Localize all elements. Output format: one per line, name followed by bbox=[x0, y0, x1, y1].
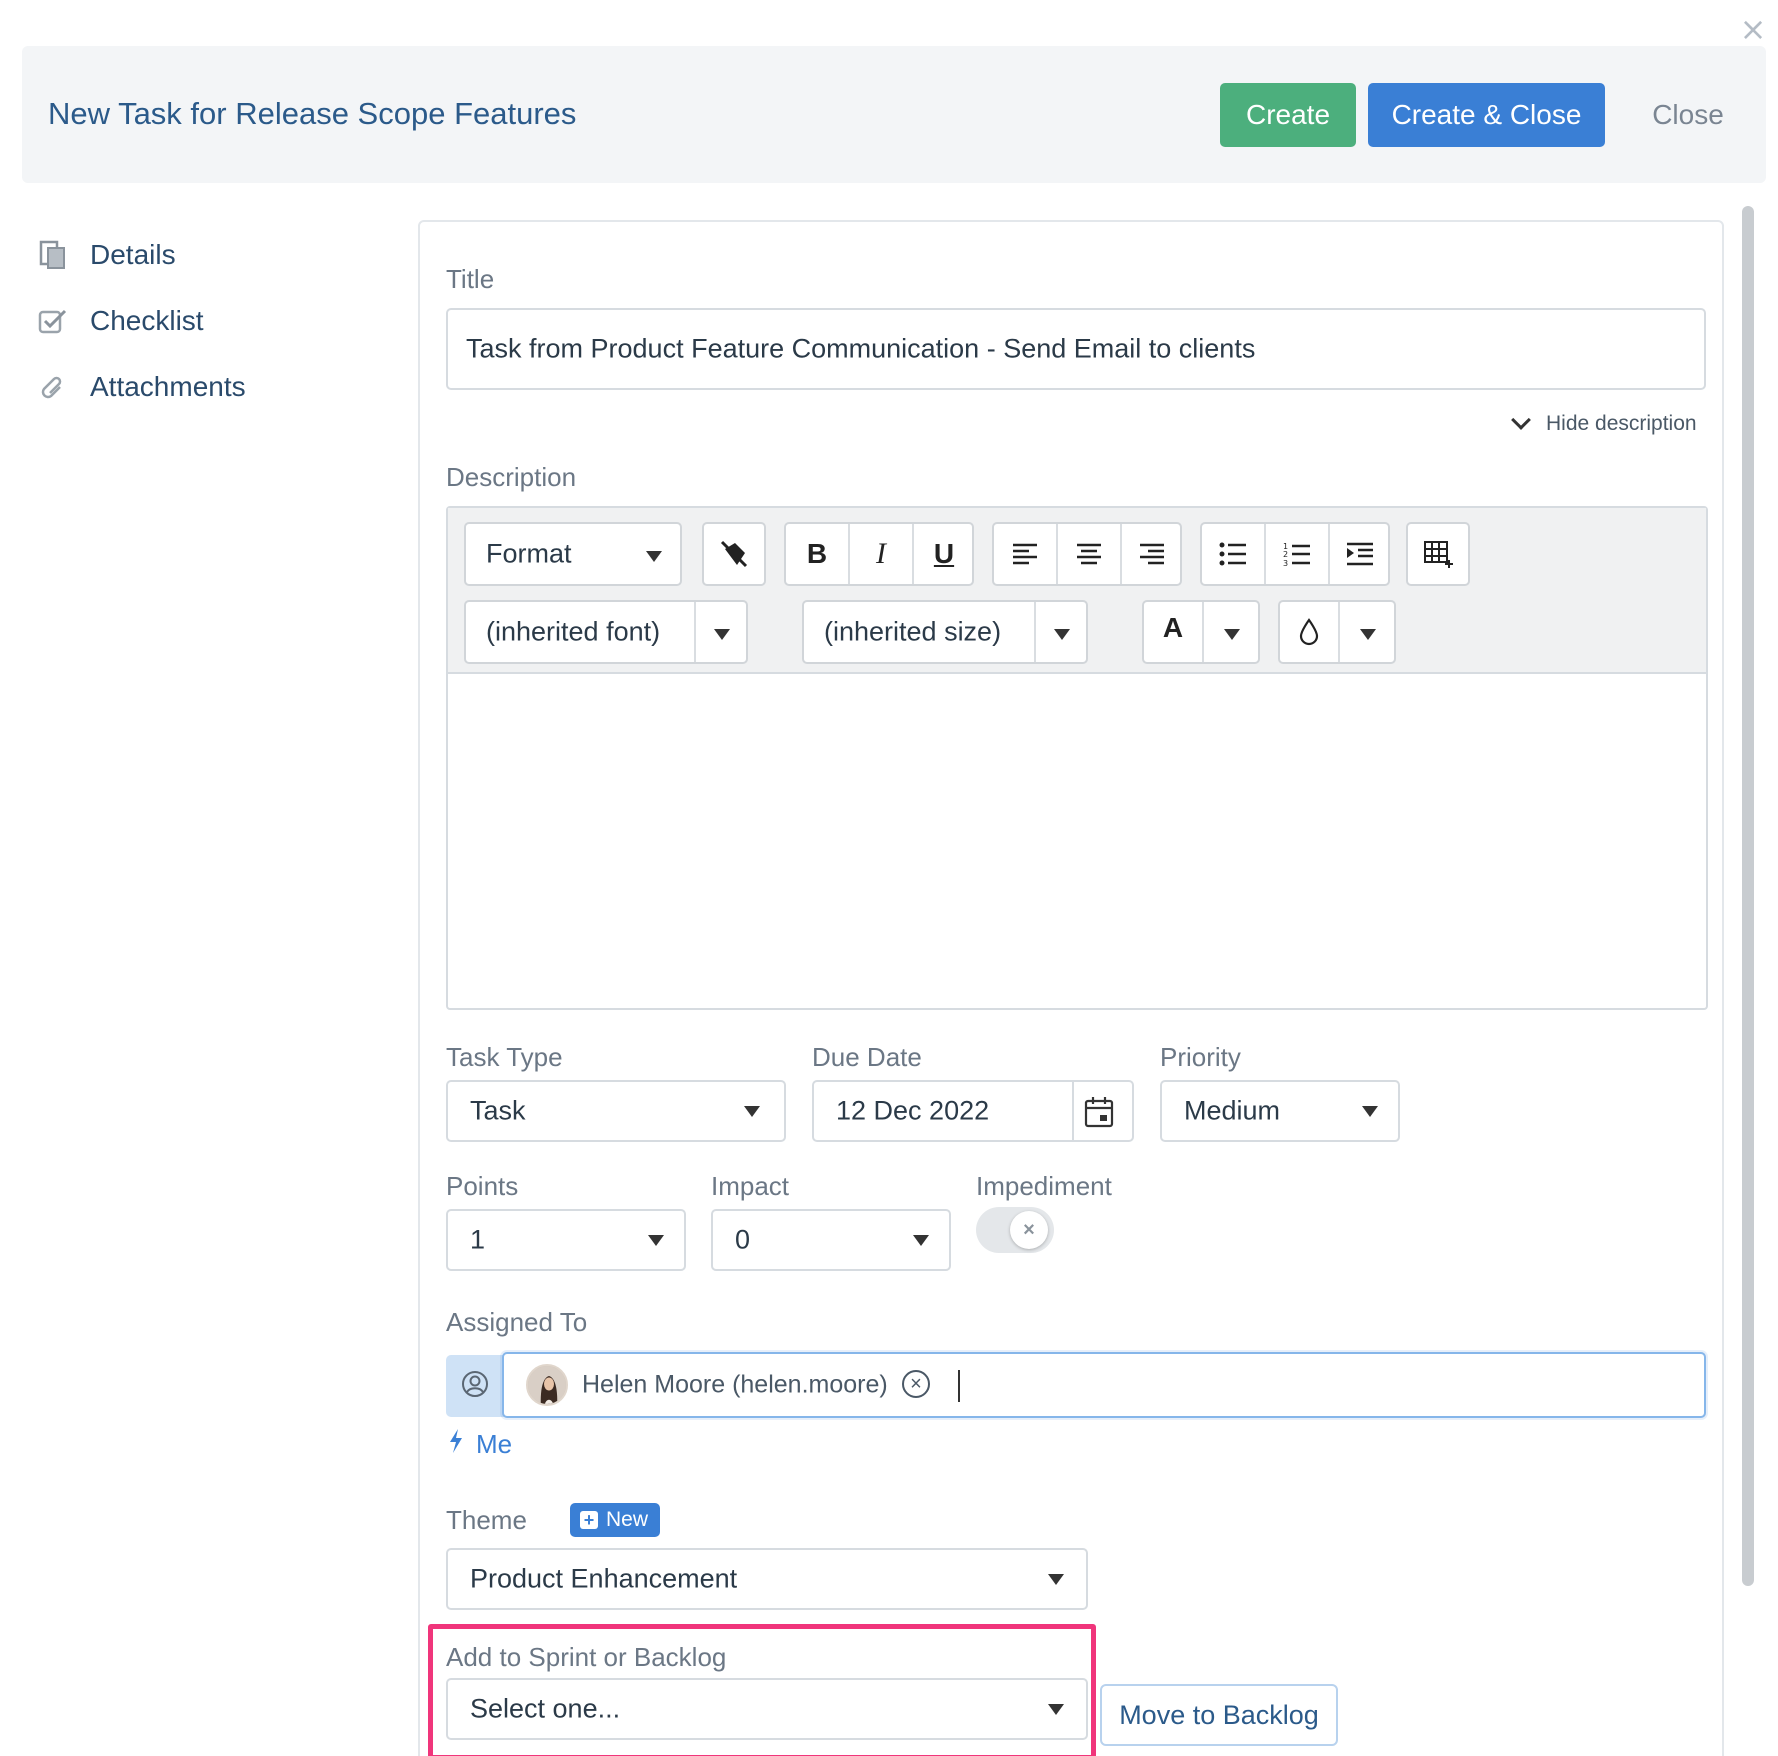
text-style-group: B I U bbox=[784, 522, 974, 586]
caret-down-icon bbox=[1054, 629, 1070, 640]
sprint-select[interactable]: Select one... bbox=[446, 1678, 1088, 1740]
bold-button[interactable]: B bbox=[786, 524, 848, 584]
text-color-icon: A bbox=[1162, 612, 1184, 643]
user-picker-button[interactable] bbox=[446, 1355, 504, 1417]
svg-text:2: 2 bbox=[1283, 550, 1288, 559]
caret-down-icon bbox=[1360, 629, 1376, 640]
caret-down-icon bbox=[744, 1106, 760, 1117]
title-input[interactable]: Task from Product Feature Communication … bbox=[446, 308, 1706, 390]
clear-format-button[interactable] bbox=[702, 522, 766, 586]
impact-select[interactable]: 0 bbox=[711, 1209, 951, 1271]
sprint-label: Add to Sprint or Backlog bbox=[446, 1642, 727, 1672]
assigned-to-input[interactable]: Helen Moore (helen.moore) × bbox=[502, 1352, 1706, 1418]
list-group: 123 bbox=[1200, 522, 1390, 586]
nav-item-details[interactable]: Details bbox=[38, 222, 246, 288]
move-to-backlog-button[interactable]: Move to Backlog bbox=[1100, 1684, 1338, 1746]
remove-assignee-icon[interactable]: × bbox=[902, 1370, 930, 1398]
eraser-icon bbox=[704, 524, 764, 584]
due-date-input[interactable]: 12 Dec 2022 bbox=[812, 1080, 1134, 1142]
assigned-to-label: Assigned To bbox=[446, 1307, 588, 1337]
chevron-down-icon bbox=[1511, 410, 1531, 430]
impediment-toggle[interactable]: × bbox=[976, 1207, 1054, 1253]
numbered-list-icon[interactable]: 123 bbox=[1266, 524, 1328, 584]
nav-label: Attachments bbox=[90, 371, 246, 402]
background-color-button[interactable] bbox=[1278, 600, 1396, 664]
hide-description-label: Hide description bbox=[1546, 412, 1697, 435]
indent-icon[interactable] bbox=[1330, 524, 1390, 584]
table-icon bbox=[1408, 524, 1468, 584]
task-type-label: Task Type bbox=[446, 1042, 563, 1072]
create-close-button[interactable]: Create & Close bbox=[1368, 83, 1605, 147]
italic-button[interactable]: I bbox=[850, 524, 912, 584]
checkbox-icon bbox=[38, 306, 68, 336]
description-label: Description bbox=[446, 462, 577, 492]
nav-label: Checklist bbox=[90, 305, 204, 336]
points-label: Points bbox=[446, 1171, 519, 1201]
dismiss-icon[interactable]: × bbox=[1738, 13, 1768, 45]
insert-table-button[interactable] bbox=[1406, 522, 1470, 586]
format-select[interactable]: Format bbox=[464, 522, 682, 586]
align-right-icon[interactable] bbox=[1122, 524, 1182, 584]
due-date-label: Due Date bbox=[812, 1042, 922, 1072]
underline-button[interactable]: U bbox=[914, 524, 974, 584]
impact-label: Impact bbox=[711, 1171, 790, 1201]
caret-down-icon bbox=[1048, 1704, 1064, 1715]
caret-down-icon bbox=[648, 1235, 664, 1246]
create-button[interactable]: Create bbox=[1220, 83, 1356, 147]
points-select[interactable]: 1 bbox=[446, 1209, 686, 1271]
nav-label: Details bbox=[90, 239, 176, 270]
paperclip-icon bbox=[38, 372, 68, 402]
caret-down-icon bbox=[714, 629, 730, 640]
lightning-icon bbox=[448, 1428, 464, 1461]
toggle-off-icon: × bbox=[1010, 1211, 1048, 1249]
plus-icon: + bbox=[580, 1511, 598, 1529]
title-label: Title bbox=[446, 264, 495, 294]
font-select[interactable]: (inherited font) bbox=[464, 600, 748, 664]
size-select[interactable]: (inherited size) bbox=[802, 600, 1088, 664]
side-navigation: Details Checklist Attachments bbox=[38, 222, 246, 420]
scrollbar[interactable] bbox=[1742, 206, 1754, 1586]
caret-down-icon bbox=[1362, 1106, 1378, 1117]
caret-down-icon bbox=[913, 1235, 929, 1246]
bulleted-list-icon[interactable] bbox=[1202, 524, 1264, 584]
priority-label: Priority bbox=[1160, 1042, 1241, 1072]
hide-description-toggle[interactable]: Hide description bbox=[1511, 410, 1697, 436]
caret-down-icon bbox=[1224, 629, 1240, 640]
impediment-label: Impediment bbox=[976, 1171, 1112, 1201]
alignment-group bbox=[992, 522, 1182, 586]
align-center-icon[interactable] bbox=[1058, 524, 1120, 584]
user-icon bbox=[461, 1370, 489, 1403]
documents-icon bbox=[38, 240, 68, 270]
svg-text:3: 3 bbox=[1283, 559, 1288, 567]
me-label: Me bbox=[476, 1429, 513, 1459]
caret-down-icon bbox=[1048, 1574, 1064, 1585]
text-cursor bbox=[958, 1370, 960, 1402]
nav-item-checklist[interactable]: Checklist bbox=[38, 288, 246, 354]
nav-item-attachments[interactable]: Attachments bbox=[38, 354, 246, 420]
avatar bbox=[526, 1364, 568, 1406]
text-color-button[interactable]: A bbox=[1142, 600, 1260, 664]
task-type-select[interactable]: Task bbox=[446, 1080, 786, 1142]
editor-toolbar: Format B I U 1 2 3 (inherited font) (inh… bbox=[448, 508, 1706, 674]
description-editor[interactable]: Format B I U 1 2 3 (inherited font) (inh… bbox=[446, 506, 1708, 1010]
dialog-title: New Task for Release Scope Features bbox=[48, 96, 577, 131]
theme-label: Theme bbox=[446, 1505, 527, 1535]
align-left-icon[interactable] bbox=[994, 524, 1056, 584]
priority-select[interactable]: Medium bbox=[1160, 1080, 1400, 1142]
theme-select[interactable]: Product Enhancement bbox=[446, 1548, 1088, 1610]
dialog-header: New Task for Release Scope Features Crea… bbox=[22, 46, 1766, 183]
caret-down-icon bbox=[646, 551, 662, 562]
new-label: New bbox=[606, 1508, 649, 1531]
droplet-icon bbox=[1280, 602, 1338, 662]
new-theme-button[interactable]: + New bbox=[570, 1503, 661, 1537]
close-button[interactable]: Close bbox=[1632, 83, 1744, 147]
assign-to-me-link[interactable]: Me bbox=[448, 1428, 512, 1461]
calendar-icon[interactable] bbox=[1084, 1096, 1114, 1135]
assignee-chip: Helen Moore (helen.moore) bbox=[582, 1370, 888, 1399]
